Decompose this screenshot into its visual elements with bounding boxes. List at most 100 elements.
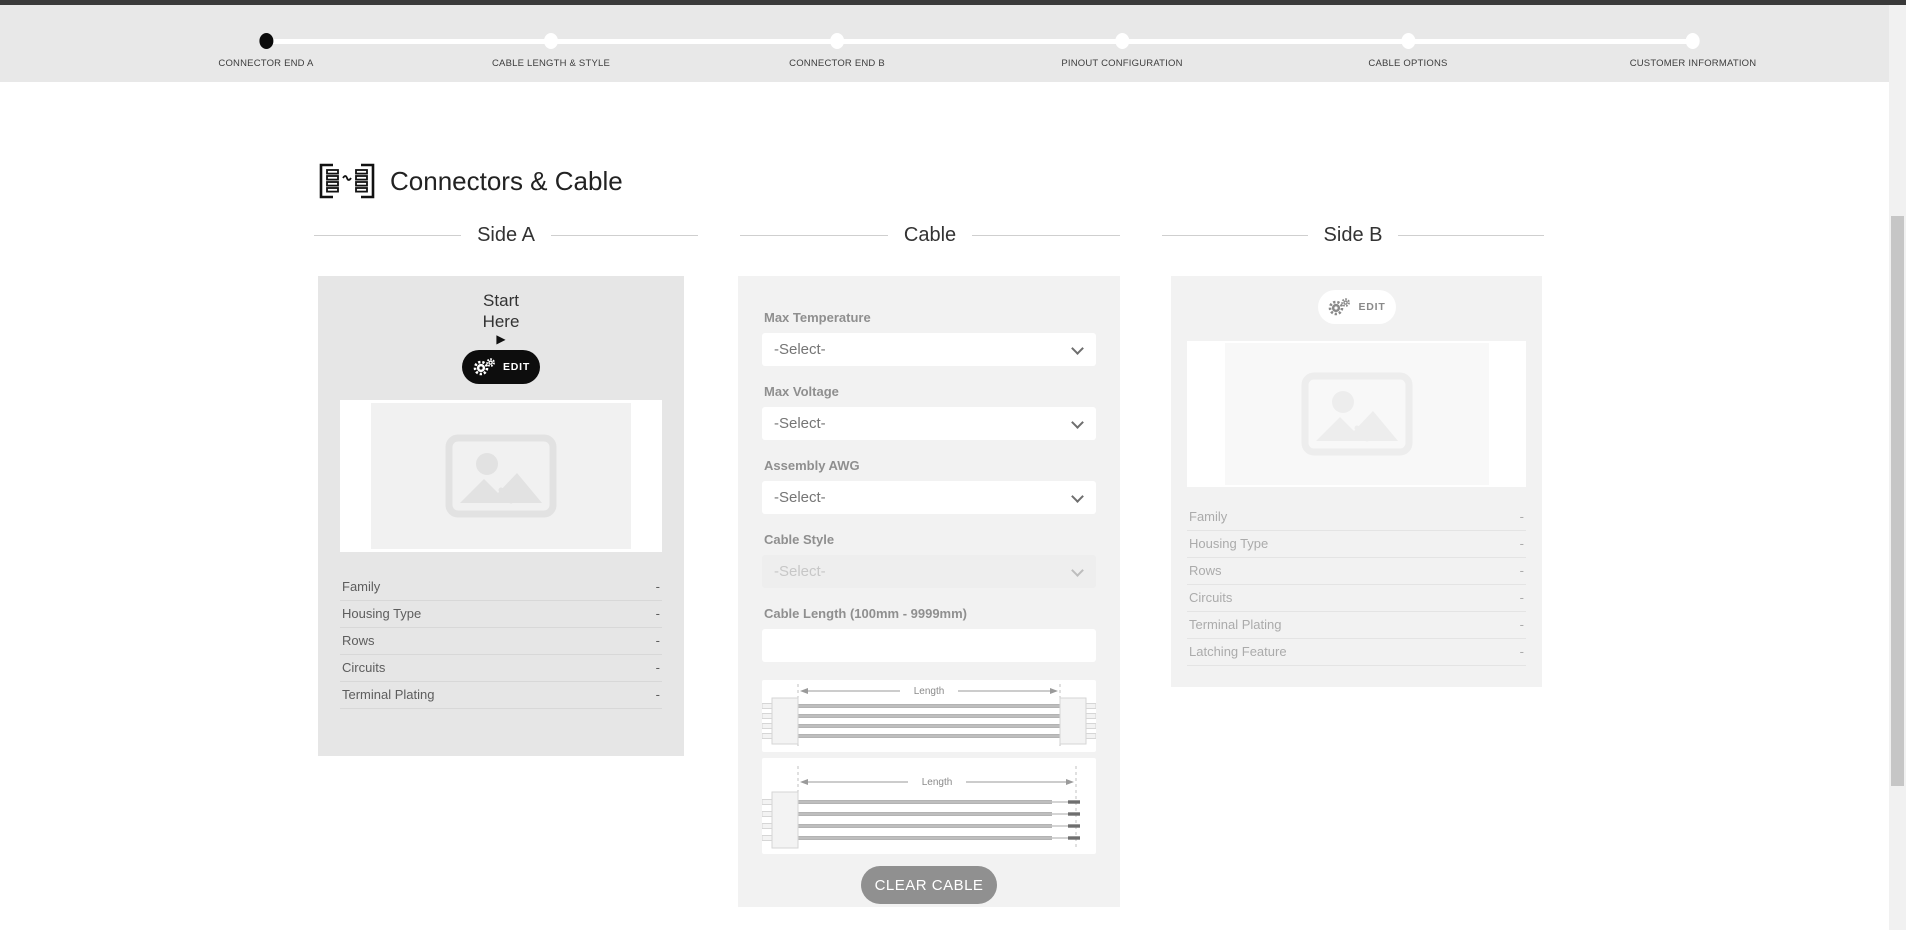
side-b-image-frame: [1187, 341, 1526, 487]
step-label: CONNECTOR END A: [218, 58, 313, 69]
scrollbar-track[interactable]: [1889, 5, 1906, 930]
property-value: -: [656, 579, 660, 594]
side-a-header: Side A: [314, 224, 698, 247]
property-row: Rows -: [1187, 558, 1526, 585]
cable-style-select[interactable]: -Select-: [762, 555, 1096, 588]
property-value: -: [1520, 644, 1524, 659]
property-value: -: [1520, 617, 1524, 632]
property-row: Family -: [340, 574, 662, 601]
property-row: Terminal Plating -: [1187, 612, 1526, 639]
side-b-edit-button[interactable]: EDIT: [1318, 290, 1396, 324]
max-temperature-label: Max Temperature: [764, 310, 1096, 325]
step-circle[interactable]: [259, 33, 273, 49]
side-b-title: Side B: [1324, 224, 1383, 247]
property-value: -: [656, 606, 660, 621]
step-circle[interactable]: [830, 33, 844, 49]
edit-button-label: EDIT: [1358, 301, 1385, 313]
step-label: CABLE LENGTH & STYLE: [492, 58, 610, 69]
divider-line: [314, 235, 461, 236]
cable-configurator-page: CONNECTOR END A CABLE LENGTH & STYLE CONNE…: [0, 0, 1906, 930]
property-label: Terminal Plating: [342, 687, 435, 702]
property-label: Rows: [342, 633, 375, 648]
cable-header: Cable: [740, 224, 1120, 247]
cable-panel: Max Temperature -Select- Max Voltage -Se…: [738, 276, 1120, 907]
cable-diagram-both-ends: Length: [762, 680, 1096, 752]
stepper-step[interactable]: CUSTOMER INFORMATION: [1630, 33, 1757, 69]
property-row: Circuits -: [1187, 585, 1526, 612]
step-circle[interactable]: [1686, 33, 1700, 49]
stepper-step[interactable]: CONNECTOR END B: [789, 33, 885, 69]
cable-both-connectors-illustration: Length: [762, 680, 1096, 752]
divider-line: [1162, 235, 1308, 236]
step-label: CUSTOMER INFORMATION: [1630, 58, 1757, 69]
cable-style-label: Cable Style: [764, 532, 1096, 547]
step-label: CONNECTOR END B: [789, 58, 885, 69]
property-row: Family-: [1187, 504, 1526, 531]
page-heading: Connectors & Cable: [318, 163, 623, 199]
assembly-awg-select[interactable]: -Select-: [762, 481, 1096, 514]
clear-cable-button[interactable]: CLEAR CABLE: [861, 866, 997, 904]
cable-single-connector-illustration: Length: [762, 758, 1096, 854]
stepper-step[interactable]: CONNECTOR END A: [218, 33, 313, 69]
property-label: Housing Type: [1189, 536, 1268, 551]
cable-style-field: Cable Style -Select-: [762, 532, 1096, 588]
start-hint-line2: Here: [318, 311, 684, 332]
step-label: PINOUT CONFIGURATION: [1061, 58, 1182, 69]
side-b-card: EDIT Family-Housing Type-Rows-Circuits-T…: [1171, 276, 1542, 687]
property-row: Housing Type -: [340, 601, 662, 628]
side-b-header: Side B: [1162, 224, 1544, 247]
cable-length-input[interactable]: [762, 629, 1096, 662]
side-b-image-placeholder: [1225, 343, 1489, 485]
max-temperature-select[interactable]: -Select-: [762, 333, 1096, 366]
property-label: Rows: [1189, 563, 1222, 578]
start-arrow-icon: ▶: [318, 332, 684, 346]
property-label: Latching Feature: [1189, 644, 1287, 659]
property-value: -: [656, 633, 660, 648]
side-a-edit-button[interactable]: EDIT: [462, 350, 540, 384]
assembly-awg-label: Assembly AWG: [764, 458, 1096, 473]
property-label: Housing Type: [342, 606, 421, 621]
property-row: Housing Type-: [1187, 531, 1526, 558]
edit-button-label: EDIT: [503, 361, 530, 373]
step-circle[interactable]: [1115, 33, 1129, 49]
property-row: Latching Feature -: [1187, 639, 1526, 666]
page-title: Connectors & Cable: [390, 166, 623, 197]
image-placeholder-icon: [1301, 371, 1413, 457]
side-a-card: Start Here ▶ EDIT: [318, 276, 684, 756]
step-circle[interactable]: [544, 33, 558, 49]
property-row: Rows -: [340, 628, 662, 655]
scrollbar-thumb[interactable]: [1891, 216, 1904, 786]
property-label: Circuits: [342, 660, 385, 675]
property-label: Circuits: [1189, 590, 1232, 605]
side-a-image-frame: [340, 400, 662, 552]
stepper-step[interactable]: CABLE LENGTH & STYLE: [492, 33, 610, 69]
connector-cable-icon: [318, 163, 376, 199]
divider-line: [551, 235, 698, 236]
start-hint-line1: Start: [318, 290, 684, 311]
max-voltage-field: Max Voltage -Select-: [762, 384, 1096, 440]
property-label: Family: [342, 579, 380, 594]
property-row: Circuits -: [340, 655, 662, 682]
assembly-awg-field: Assembly AWG -Select-: [762, 458, 1096, 514]
max-voltage-label: Max Voltage: [764, 384, 1096, 399]
property-value: -: [1520, 509, 1524, 524]
side-a-title: Side A: [477, 224, 535, 247]
cable-diagram-single-end: Length: [762, 758, 1096, 854]
property-row: Terminal Plating -: [340, 682, 662, 709]
property-value: -: [1520, 590, 1524, 605]
svg-text:Length: Length: [914, 686, 945, 697]
property-label: Terminal Plating: [1189, 617, 1282, 632]
wizard-stepper: CONNECTOR END A CABLE LENGTH & STYLE CONNE…: [0, 5, 1889, 82]
property-value: -: [1520, 563, 1524, 578]
divider-line: [740, 235, 888, 236]
stepper-track: [266, 39, 1693, 44]
step-circle[interactable]: [1401, 33, 1415, 49]
property-value: -: [656, 687, 660, 702]
divider-line: [972, 235, 1120, 236]
cable-length-label: Cable Length (100mm - 9999mm): [764, 606, 1096, 621]
property-value: -: [656, 660, 660, 675]
cable-title: Cable: [904, 224, 956, 247]
max-voltage-select[interactable]: -Select-: [762, 407, 1096, 440]
stepper-step[interactable]: PINOUT CONFIGURATION: [1061, 33, 1182, 69]
stepper-step[interactable]: CABLE OPTIONS: [1368, 33, 1447, 69]
